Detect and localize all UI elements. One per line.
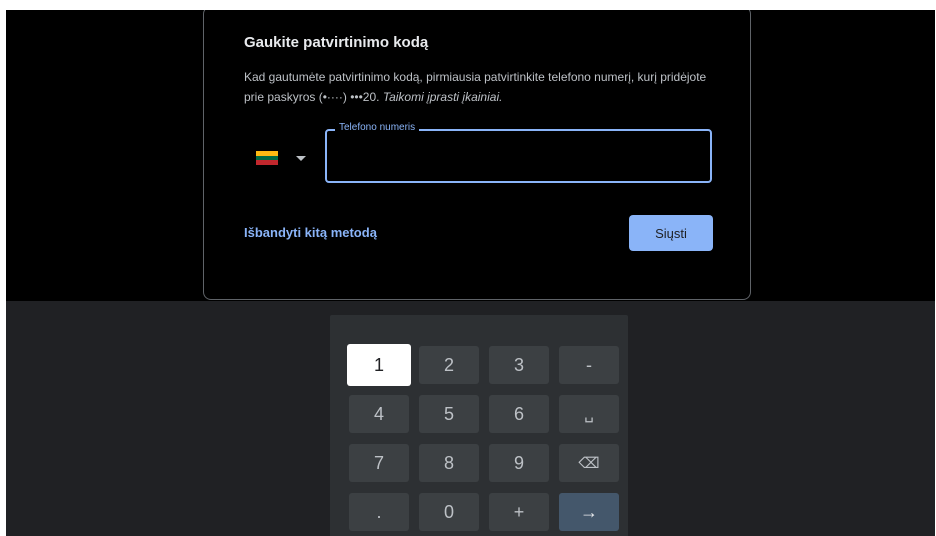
- phone-number-input[interactable]: [337, 143, 701, 169]
- country-selector[interactable]: [256, 148, 306, 168]
- verification-dialog: Gaukite patvirtinimo kodą Kad gautumėte …: [203, 10, 751, 300]
- key-7[interactable]: 7: [349, 444, 409, 482]
- key-0[interactable]: 0: [419, 493, 479, 531]
- phone-number-label: Telefono numeris: [335, 122, 420, 133]
- key-6[interactable]: 6: [489, 395, 549, 433]
- dropdown-caret-icon: [296, 155, 306, 161]
- key-dash[interactable]: -: [559, 346, 619, 384]
- key-4[interactable]: 4: [349, 395, 409, 433]
- key-3[interactable]: 3: [489, 346, 549, 384]
- key-9[interactable]: 9: [489, 444, 549, 482]
- key-dot[interactable]: .: [349, 493, 409, 531]
- key-space[interactable]: ␣: [559, 395, 619, 433]
- send-button[interactable]: Siųsti: [629, 215, 713, 251]
- keyboard-area: 1 2 3- 4 5 6 ␣ 7 8 9 ⌫. 0 + →: [6, 301, 935, 536]
- numeric-keypad: 1 2 3- 4 5 6 ␣ 7 8 9 ⌫. 0 + →: [330, 315, 628, 536]
- key-2[interactable]: 2: [419, 346, 479, 384]
- key-plus[interactable]: +: [489, 493, 549, 531]
- key-enter[interactable]: →: [559, 493, 619, 531]
- key-8[interactable]: 8: [419, 444, 479, 482]
- key-5[interactable]: 5: [419, 395, 479, 433]
- tv-screen: Gaukite patvirtinimo kodą Kad gautumėte …: [6, 10, 935, 536]
- dialog-title: Gaukite patvirtinimo kodą: [244, 34, 429, 51]
- try-another-method-link[interactable]: Išbandyti kitą metodą: [244, 225, 377, 240]
- phone-number-field[interactable]: Telefono numeris: [325, 122, 712, 183]
- lithuania-flag-icon: [256, 151, 278, 166]
- dialog-description: Kad gautumėte patvirtinimo kodą, pirmiau…: [244, 67, 714, 107]
- description-note: Taikomi įprasti įkainiai.: [382, 90, 503, 104]
- key-1[interactable]: 1: [347, 344, 411, 386]
- key-backspace[interactable]: ⌫: [559, 444, 619, 482]
